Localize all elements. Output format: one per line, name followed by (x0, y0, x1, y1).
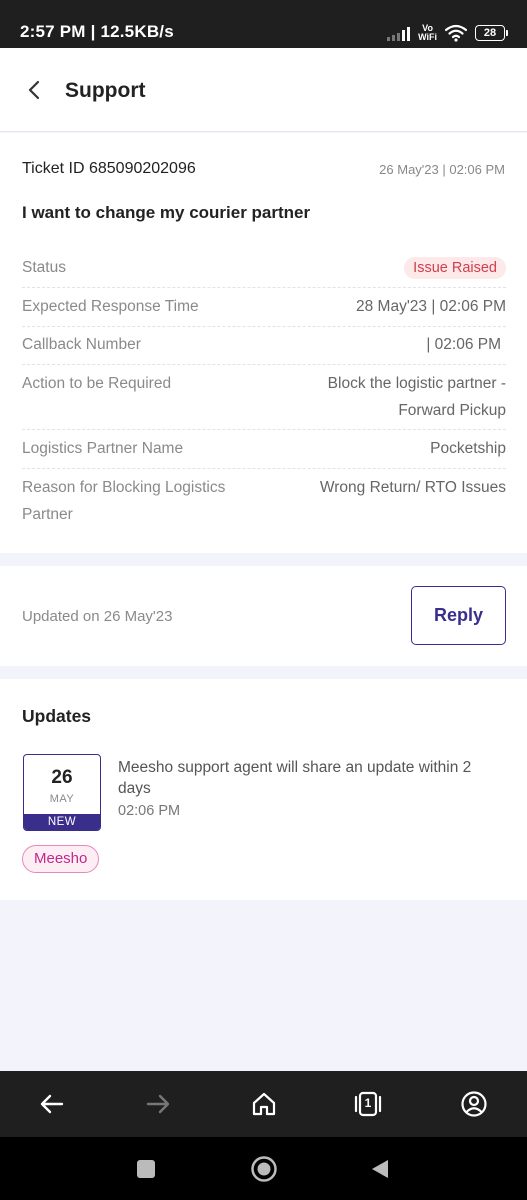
detail-label: Logistics Partner Name (22, 440, 184, 457)
ticket-card: Ticket ID 685090202096 26 May'23 | 02:06… (0, 133, 527, 553)
updates-title: Updates (22, 706, 92, 726)
status-time: 2:57 PM | 12.5KB/s (20, 22, 174, 41)
detail-value: Pocketship (430, 440, 506, 457)
status-badge: Issue Raised (404, 257, 506, 279)
battery-icon: 28 (475, 25, 508, 41)
system-nav-bar (0, 1137, 527, 1200)
vowifi-indicator: Vo WiFi (418, 23, 437, 42)
ticket-subject: I want to change my courier partner (22, 203, 311, 222)
app-header: Support (0, 48, 527, 132)
update-source-tag: Meesho (22, 845, 100, 873)
tabs-icon[interactable]: 1 (354, 1090, 382, 1118)
detail-value: | 02:06 PM (426, 336, 501, 353)
status-icons: Vo WiFi 28 (387, 22, 508, 44)
detail-row-reason: Reason for Blocking Logistics Partner Wr… (22, 474, 506, 534)
new-badge: NEW (24, 814, 100, 830)
update-message: Meesho support agent will share an updat… (118, 759, 472, 797)
detail-row-partner-name: Logistics Partner Name Pocketship (22, 435, 506, 469)
ticket-date: 26 May'23 | 02:06 PM (379, 162, 505, 177)
signal-icon (387, 25, 411, 41)
detail-label: Reason for Blocking Logistics Partner (22, 479, 226, 523)
detail-value: Block the logistic partner - Forward Pic… (327, 375, 506, 419)
updates-card: Updates 26 MAY NEW Meesho support agent … (0, 679, 527, 900)
detail-row-status: Status Issue Raised (22, 254, 506, 288)
ticket-id: Ticket ID 685090202096 (22, 160, 196, 177)
detail-row-callback: Callback Number | 02:06 PM (22, 331, 506, 365)
detail-label: Status (22, 259, 66, 276)
account-icon[interactable] (460, 1090, 488, 1118)
update-month: MAY (49, 793, 75, 805)
status-bar: 2:57 PM | 12.5KB/s Vo WiFi 28 (0, 0, 527, 48)
detail-row-response-time: Expected Response Time 28 May'23 | 02:06… (22, 293, 506, 327)
tabs-count: 1 (364, 1096, 372, 1110)
detail-label: Action to be Required (22, 375, 172, 392)
home-icon[interactable] (250, 1090, 278, 1118)
updated-on-text: Updated on 26 May'23 (22, 608, 173, 625)
browser-back-icon[interactable] (38, 1090, 66, 1118)
detail-value: Wrong Return/ RTO Issues (319, 479, 506, 496)
detail-value: 28 May'23 | 02:06 PM (355, 298, 506, 315)
page-title: Support (65, 79, 146, 102)
detail-row-action: Action to be Required Block the logistic… (22, 370, 506, 430)
update-time: 02:06 PM (118, 803, 181, 819)
home-circle-icon[interactable] (250, 1155, 278, 1183)
back-arrow-icon[interactable] (22, 78, 46, 102)
back-triangle-icon[interactable] (368, 1157, 392, 1181)
reply-button[interactable]: Reply (411, 586, 506, 645)
update-date-box: 26 MAY NEW (23, 754, 101, 831)
recents-square-icon[interactable] (134, 1157, 158, 1181)
update-day: 26 (51, 767, 73, 788)
wifi-icon (445, 24, 467, 42)
browser-nav-bar: 1 (0, 1071, 527, 1137)
detail-label: Expected Response Time (22, 298, 199, 315)
browser-forward-icon[interactable] (144, 1090, 172, 1118)
detail-label: Callback Number (22, 336, 141, 353)
reply-card: Updated on 26 May'23 Reply (0, 566, 527, 666)
